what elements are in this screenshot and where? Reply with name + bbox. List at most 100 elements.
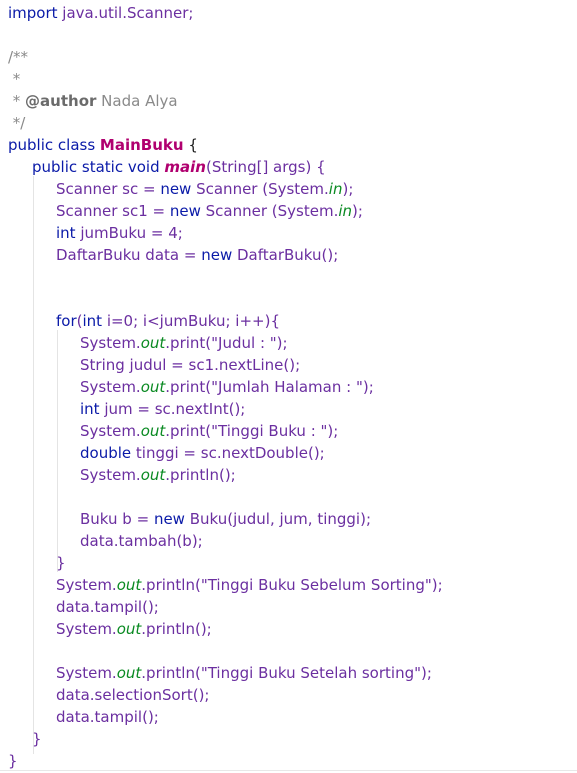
keyword: int — [82, 312, 103, 330]
code-text: System. — [80, 422, 141, 440]
code-text: .print("Judul : "); — [165, 334, 288, 352]
code-line: } — [8, 552, 66, 574]
code-line: System.out.println(); — [8, 618, 212, 640]
code-line: Scanner sc = new Scanner (System.in); — [8, 178, 353, 200]
code-line: Buku b = new Buku(judul, jum, tinggi); — [8, 508, 371, 530]
code-line: int jum = sc.nextInt(); — [8, 398, 245, 420]
code-text: java.util.Scanner; — [57, 4, 194, 22]
code-text: System. — [56, 576, 117, 594]
code-text: tinggi = sc.nextDouble(); — [131, 444, 325, 462]
static-field: out — [140, 378, 166, 396]
keyword: double — [80, 444, 132, 462]
brace: } — [32, 730, 42, 748]
code-line: DaftarBuku data = new DaftarBuku(); — [8, 244, 338, 266]
static-field: out — [116, 664, 142, 682]
keyword: new — [153, 510, 185, 528]
code-text: DaftarBuku(); — [232, 246, 339, 264]
static-field: out — [140, 466, 166, 484]
code-text: .print("Jumlah Halaman : "); — [165, 378, 374, 396]
code-line: data.selectionSort(); — [8, 684, 209, 706]
code-text: System. — [80, 334, 141, 352]
code-line: for(int i=0; i<jumBuku; i++){ — [8, 310, 280, 332]
code-text: ); — [352, 202, 363, 220]
code-text: .print("Tinggi Buku : "); — [165, 422, 339, 440]
static-field: out — [116, 620, 142, 638]
code-text: .println(); — [165, 466, 236, 484]
code-line: } — [8, 750, 18, 772]
keyword: int — [80, 400, 100, 418]
keyword: int — [56, 224, 76, 242]
comment-line: * — [8, 68, 21, 90]
code-text: Scanner sc = — [56, 180, 161, 198]
static-field: in — [338, 202, 353, 220]
keyword: for — [56, 312, 77, 330]
code-text: System. — [56, 620, 117, 638]
static-field: out — [140, 422, 166, 440]
code-text: System. — [80, 378, 141, 396]
brace: } — [56, 554, 66, 572]
code-line: int jumBuku = 4; — [8, 222, 183, 244]
comment-line: */ — [8, 112, 26, 134]
code-line: System.out.print("Jumlah Halaman : "); — [8, 376, 374, 398]
code-text: Buku(judul, jum, tinggi); — [184, 510, 372, 528]
comment-text: * — [8, 70, 21, 88]
code-text: Scanner sc1 = — [56, 202, 170, 220]
code-text: System. — [80, 466, 141, 484]
code-line: double tinggi = sc.nextDouble(); — [8, 442, 325, 464]
comment-text: */ — [8, 114, 26, 132]
brace: { — [183, 136, 198, 154]
code-line: public class MainBuku { — [8, 134, 198, 156]
comment-text: * — [8, 92, 26, 110]
code-line: public static void main(String[] args) { — [8, 156, 326, 178]
code-text: Buku b = — [80, 510, 154, 528]
code-text: .println("Tinggi Buku Setelah sorting"); — [141, 664, 432, 682]
static-field: in — [328, 180, 343, 198]
keyword: new — [169, 202, 201, 220]
keyword: new — [201, 246, 233, 264]
comment-text: /** — [8, 48, 29, 66]
keyword: new — [160, 180, 192, 198]
code-line: data.tambah(b); — [8, 530, 203, 552]
code-text: data.tampil(); — [56, 598, 159, 616]
comment-line: /** — [8, 46, 28, 68]
code-text: DaftarBuku data = — [56, 246, 202, 264]
code-line: Scanner sc1 = new Scanner (System.in); — [8, 200, 363, 222]
code-line: } — [8, 728, 42, 750]
brace: } — [8, 752, 18, 770]
class-name: MainBuku — [99, 136, 184, 154]
code-line: System.out.print("Judul : "); — [8, 332, 288, 354]
code-line: data.tampil(); — [8, 706, 159, 728]
code-line: String judul = sc1.nextLine(); — [8, 354, 300, 376]
keyword: public class — [8, 136, 96, 154]
code-text: (String[] args) { — [205, 158, 326, 176]
code-text: data.tambah(b); — [80, 532, 203, 550]
divider — [0, 770, 577, 771]
code-text: ); — [342, 180, 354, 198]
code-text: jum = sc.nextInt(); — [99, 400, 246, 418]
code-text: .println(); — [141, 620, 212, 638]
comment-text: Nada Alya — [96, 92, 178, 110]
javadoc-tag: @author — [25, 92, 97, 110]
keyword: public static void — [32, 158, 160, 176]
keyword: import — [8, 4, 58, 22]
method-name: main — [164, 158, 206, 176]
code-line: System.out.println("Tinggi Buku Setelah … — [8, 662, 432, 684]
code-text: data.selectionSort(); — [56, 686, 210, 704]
static-field: out — [116, 576, 142, 594]
static-field: out — [140, 334, 166, 352]
code-text: data.tampil(); — [56, 708, 159, 726]
code-text: jumBuku = 4; — [75, 224, 183, 242]
code-text: .println("Tinggi Buku Sebelum Sorting"); — [141, 576, 443, 594]
code-text: Scanner (System. — [200, 202, 339, 220]
code-text: i=0; i<jumBuku; i++){ — [102, 312, 280, 330]
code-line: System.out.println("Tinggi Buku Sebelum … — [8, 574, 443, 596]
code-line: import java.util.Scanner; — [8, 2, 193, 24]
code-line: System.out.println(); — [8, 464, 236, 486]
code-text: String judul = sc1.nextLine(); — [80, 356, 301, 374]
code-text: Scanner (System. — [191, 180, 329, 198]
code-line: data.tampil(); — [8, 596, 159, 618]
comment-line: * @author Nada Alya — [8, 90, 178, 112]
code-text: System. — [56, 664, 117, 682]
code-line: System.out.print("Tinggi Buku : "); — [8, 420, 338, 442]
code-editor[interactable]: import java.util.Scanner; /** * * @autho… — [0, 0, 577, 773]
